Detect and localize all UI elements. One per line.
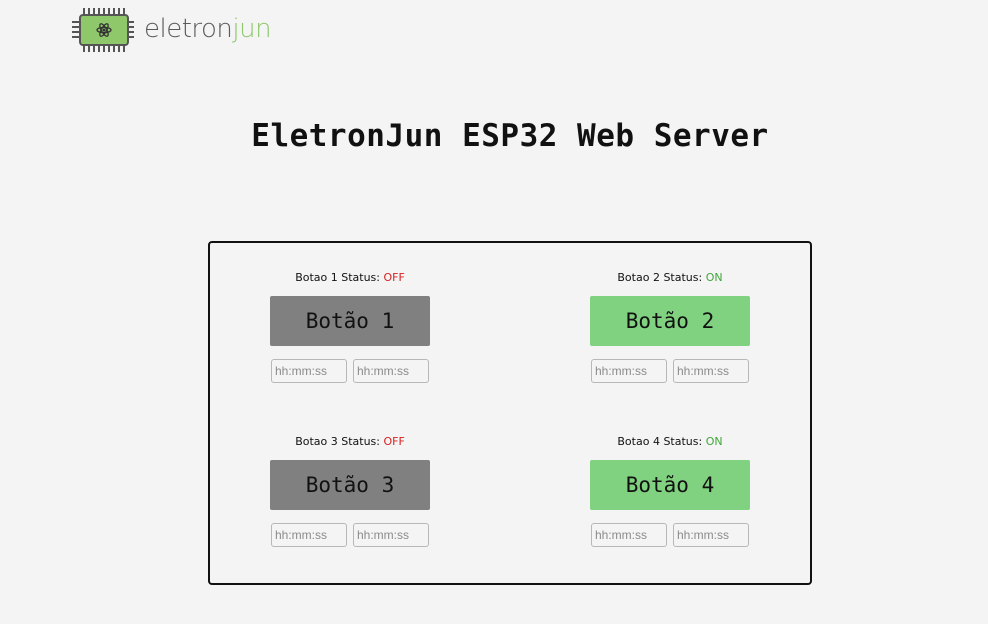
status-badge: OFF <box>383 435 405 448</box>
time-off-field[interactable] <box>673 523 749 547</box>
time-off-field[interactable] <box>673 359 749 383</box>
status-badge: ON <box>705 271 723 284</box>
status-label: Botao 4 Status: <box>617 435 706 448</box>
status-line-1: Botao 1 Status: OFF <box>270 271 430 285</box>
eletronjun-logo: eletronjun <box>72 6 292 56</box>
status-line-2: Botao 2 Status: ON <box>590 271 750 285</box>
logo-text-eletron: eletron <box>144 14 233 44</box>
botao-3-button[interactable]: Botão 3 <box>270 460 430 510</box>
button-control-2: Botao 2 Status: ON Botão 2 <box>590 271 750 383</box>
status-badge: OFF <box>383 271 405 284</box>
time-on-field[interactable] <box>271 359 347 383</box>
botao-1-button[interactable]: Botão 1 <box>270 296 430 346</box>
status-line-3: Botao 3 Status: OFF <box>270 435 430 449</box>
status-label: Botao 3 Status: <box>295 435 384 448</box>
status-label: Botao 1 Status: <box>295 271 384 284</box>
time-inputs-1 <box>270 359 430 383</box>
time-on-field[interactable] <box>591 359 667 383</box>
time-off-field[interactable] <box>353 359 429 383</box>
status-badge: ON <box>705 435 723 448</box>
time-on-field[interactable] <box>591 523 667 547</box>
status-label: Botao 2 Status: <box>617 271 706 284</box>
time-off-field[interactable] <box>353 523 429 547</box>
time-inputs-3 <box>270 523 430 547</box>
button-control-3: Botao 3 Status: OFF Botão 3 <box>270 435 430 547</box>
chip-icon <box>72 8 134 52</box>
page-title: EletronJun ESP32 Web Server <box>251 118 769 154</box>
time-inputs-2 <box>590 359 750 383</box>
button-control-4: Botao 4 Status: ON Botão 4 <box>590 435 750 547</box>
logo-wordmark: eletronjun <box>144 6 272 52</box>
time-inputs-4 <box>590 523 750 547</box>
botao-2-button[interactable]: Botão 2 <box>590 296 750 346</box>
botao-4-button[interactable]: Botão 4 <box>590 460 750 510</box>
status-line-4: Botao 4 Status: ON <box>590 435 750 449</box>
button-control-1: Botao 1 Status: OFF Botão 1 <box>270 271 430 383</box>
logo-text-jun: jun <box>232 14 272 44</box>
time-on-field[interactable] <box>271 523 347 547</box>
control-panel: Botao 1 Status: OFF Botão 1 Botao 2 Stat… <box>208 241 812 585</box>
